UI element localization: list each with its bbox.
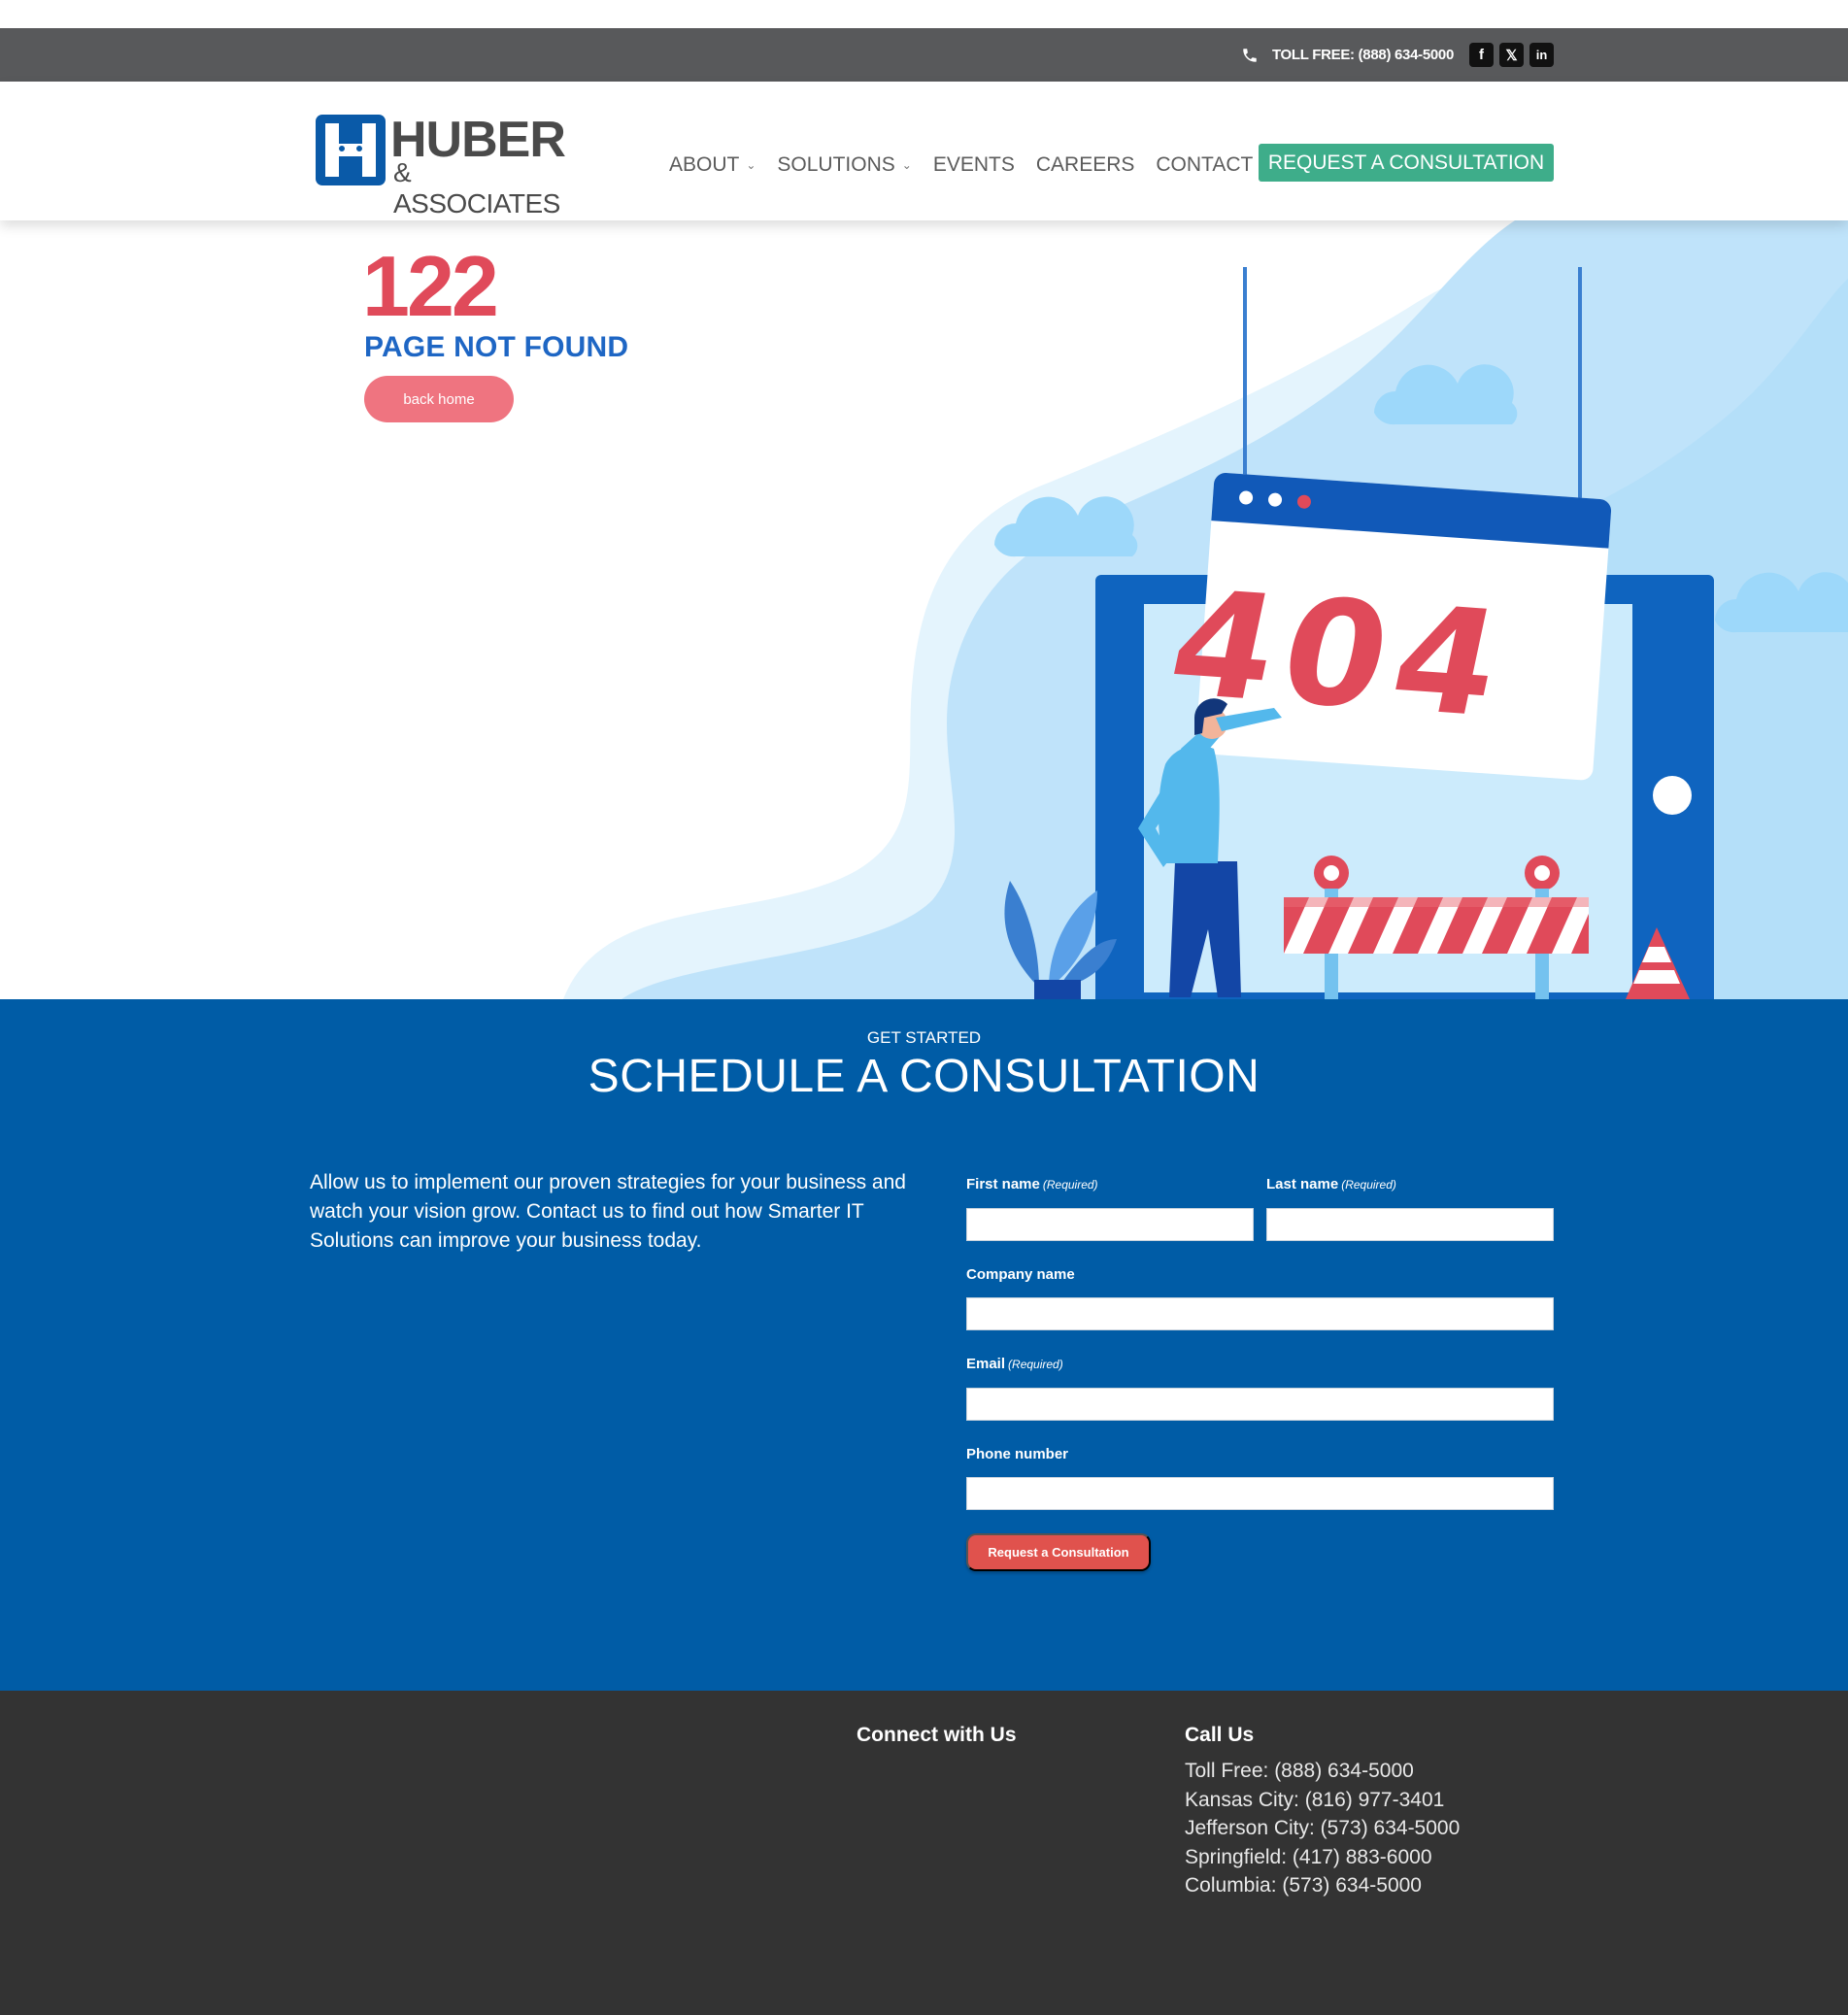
last-name-field[interactable]: [1266, 1208, 1554, 1241]
call-us-heading: Call Us: [1185, 1724, 1255, 1746]
request-consultation-submit-button[interactable]: Request a Consultation: [966, 1533, 1151, 1571]
facebook-icon[interactable]: f: [1469, 43, 1494, 67]
request-consultation-button[interactable]: REQUEST A CONSULTATION: [1259, 144, 1554, 182]
email-label-text: Email: [966, 1356, 1006, 1372]
nav-about-label: ABOUT: [669, 153, 740, 176]
error-number: 122: [362, 238, 499, 334]
phone-icon: [1243, 48, 1257, 62]
consultation-intro: Allow us to implement our proven strateg…: [310, 1171, 906, 1252]
section-eyebrow: GET STARTED: [866, 1028, 982, 1047]
phone-columbia[interactable]: Columbia: (573) 634-5000: [1185, 1871, 1460, 1900]
nav-solutions-label: SOLUTIONS: [777, 153, 895, 176]
toll-free-number[interactable]: TOLL FREE: (888) 634-5000: [1272, 47, 1454, 63]
first-name-label: First name (Required): [966, 1176, 1098, 1192]
phone-number-label: Phone number: [966, 1446, 1068, 1462]
email-field[interactable]: [966, 1388, 1554, 1421]
company-name-field[interactable]: [966, 1297, 1554, 1330]
site-footer: Connect with Us Call Us Toll Free: (888)…: [0, 1691, 1848, 2015]
phone-springfield[interactable]: Springfield: (417) 883-6000: [1185, 1843, 1460, 1872]
nav-about[interactable]: ABOUT ⌄: [669, 153, 756, 177]
linkedin-icon[interactable]: in: [1529, 43, 1554, 67]
back-home-button[interactable]: back home: [364, 376, 514, 422]
first-name-field[interactable]: [966, 1208, 1254, 1241]
huber-logo[interactable]: HUBER & ASSOCIATES: [316, 112, 570, 218]
chevron-down-icon: ⌄: [901, 158, 912, 172]
required-tag: (Required): [1341, 1178, 1396, 1192]
x-twitter-icon[interactable]: 𝕏: [1499, 43, 1524, 67]
nav-careers[interactable]: CAREERS: [1036, 153, 1135, 177]
page: TOLL FREE: (888) 634-5000 f 𝕏 in HUBER &…: [0, 0, 1848, 2015]
phone-number-field[interactable]: [966, 1477, 1554, 1510]
main-nav: ABOUT ⌄ SOLUTIONS ⌄ EVENTS CAREERS CONTA…: [669, 153, 1274, 177]
last-name-label: Last name (Required): [1266, 1176, 1396, 1192]
chevron-down-icon: ⌄: [746, 158, 756, 172]
phone-list: Toll Free: (888) 634-5000 Kansas City: (…: [1185, 1757, 1460, 1900]
404-illustration: 404: [563, 220, 1848, 999]
email-label: Email (Required): [966, 1356, 1063, 1372]
logo-subtitle: & ASSOCIATES: [393, 157, 560, 218]
site-header: HUBER & ASSOCIATES ABOUT ⌄ SOLUTIONS ⌄ E…: [0, 82, 1848, 220]
company-name-label: Company name: [966, 1266, 1075, 1283]
page-not-found-heading: PAGE NOT FOUND: [364, 331, 629, 363]
phone-jefferson-city[interactable]: Jefferson City: (573) 634-5000: [1185, 1814, 1460, 1843]
last-name-label-text: Last name: [1266, 1176, 1339, 1192]
phone-kansas-city[interactable]: Kansas City: (816) 977-3401: [1185, 1786, 1460, 1815]
logo-mark-icon: [316, 115, 386, 185]
required-tag: (Required): [1042, 1178, 1098, 1192]
nav-contact[interactable]: CONTACT: [1156, 153, 1253, 177]
top-utility-bar: TOLL FREE: (888) 634-5000 f 𝕏 in: [0, 28, 1848, 82]
error-hero: 404 122 PAGE NOT FOUND back home: [0, 220, 1848, 999]
company-name-label-text: Company name: [966, 1266, 1075, 1283]
section-title: SCHEDULE A CONSULTATION: [588, 1051, 1260, 1102]
nav-events[interactable]: EVENTS: [933, 153, 1015, 177]
required-tag: (Required): [1008, 1358, 1063, 1371]
connect-with-us-heading: Connect with Us: [857, 1724, 1017, 1746]
nav-solutions[interactable]: SOLUTIONS ⌄: [777, 153, 911, 177]
first-name-label-text: First name: [966, 1176, 1040, 1192]
phone-toll-free[interactable]: Toll Free: (888) 634-5000: [1185, 1757, 1460, 1786]
schedule-consultation-section: GET STARTED SCHEDULE A CONSULTATION Allo…: [0, 999, 1848, 1691]
phone-number-label-text: Phone number: [966, 1446, 1069, 1462]
